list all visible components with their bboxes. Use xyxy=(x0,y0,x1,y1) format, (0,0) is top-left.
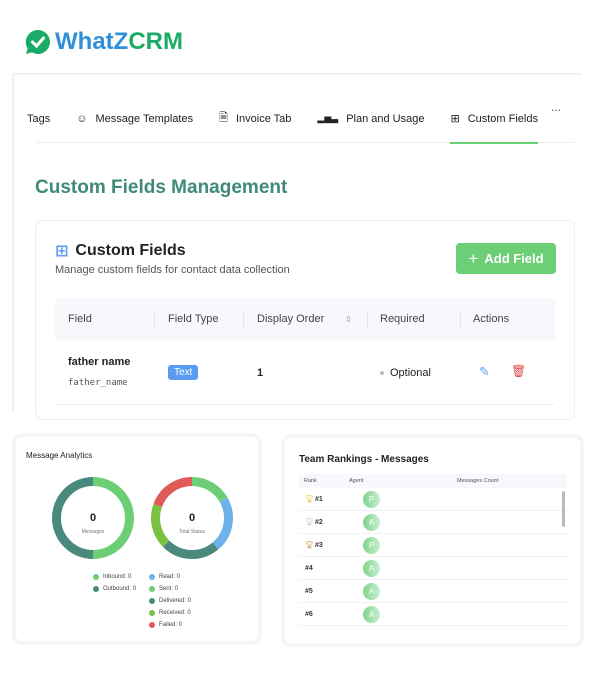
add-field-label: Add Field xyxy=(484,251,544,266)
legend-outbound: Outbound: 0 xyxy=(93,583,136,595)
required-status: Optional xyxy=(390,367,431,379)
tab-bar: Tags ☺ Message Templates 🗎 Invoice Tab ▂▅▃… xyxy=(27,95,575,144)
legend-messages: Inbound: 0 Outbound: 0 xyxy=(93,571,136,595)
avatar: A xyxy=(363,513,380,531)
rank: #2 xyxy=(315,518,323,526)
donut-segment-failed xyxy=(153,477,193,508)
legend-received: Received: 0 xyxy=(149,607,191,619)
field-key: father_name xyxy=(68,378,128,388)
rankings-title: Team Rankings - Messages xyxy=(299,454,429,465)
grid-icon: ⊞ xyxy=(55,243,69,260)
chat-icon: ☺ xyxy=(76,112,88,125)
avatar: A xyxy=(363,559,380,577)
grid-icon: ⊞ xyxy=(450,113,460,125)
col-rank: Rank xyxy=(304,478,317,484)
col-field: Field xyxy=(68,313,92,325)
donut-segment-received xyxy=(151,503,170,547)
tab-label: Tags xyxy=(27,112,51,125)
bar-chart-icon: ▂▅▃ xyxy=(317,113,339,123)
ranking-row: 🏆︎ #2 A xyxy=(299,511,569,534)
rank: #1 xyxy=(315,495,323,503)
plus-icon: + xyxy=(468,248,479,268)
status-label: Total Status xyxy=(178,529,206,535)
tab-label: Custom Fields xyxy=(467,112,538,125)
trophy-icon: 🏆︎ xyxy=(305,496,314,503)
legend-status: Read: 0 Sent: 0 Delivered: 0 Received: 0… xyxy=(149,571,191,631)
tab-label: Message Templates xyxy=(95,112,194,125)
ranking-row: 🏆︎ #3 P xyxy=(299,534,569,557)
sort-icon[interactable]: ⇕ xyxy=(345,298,352,340)
tab-invoice[interactable]: 🗎 Invoice Tab xyxy=(219,95,291,143)
messages-label: Messages xyxy=(81,529,105,535)
rank: #4 xyxy=(305,564,313,572)
brand-logo: WhatZCRM xyxy=(25,28,183,56)
trophy-icon: 🏆︎ xyxy=(305,542,314,549)
tab-label: Invoice Tab xyxy=(235,112,292,125)
card-title: ⊞ Custom Fields xyxy=(55,241,186,261)
col-display-order[interactable]: Display Order xyxy=(257,298,324,340)
rank: #5 xyxy=(305,587,313,595)
ranking-row: #4 A xyxy=(299,557,569,580)
avatar: A xyxy=(363,582,380,600)
col-required: Required xyxy=(380,313,425,325)
tab-tags[interactable]: Tags xyxy=(27,95,50,143)
card-title-text: Custom Fields xyxy=(75,242,186,259)
card-subtitle: Manage custom fields for contact data co… xyxy=(55,264,290,276)
scrollbar[interactable] xyxy=(562,491,565,527)
status-total: 0 xyxy=(188,512,196,524)
ranking-row: 🏆︎ #1 P xyxy=(299,488,569,511)
rankings-header: Rank Agent Messages Count xyxy=(299,474,567,488)
col-field-type: Field Type xyxy=(168,313,219,325)
ranking-row: #6 A xyxy=(299,603,569,626)
edit-icon[interactable]: ✎ xyxy=(479,364,490,380)
tab-label: Plan and Usage xyxy=(346,112,425,125)
page-title: Custom Fields Management xyxy=(35,177,288,198)
whatsapp-check-icon xyxy=(25,29,50,54)
avatar: P xyxy=(363,490,380,508)
legend-sent: Sent: 0 xyxy=(149,583,191,595)
donut-charts xyxy=(52,477,233,559)
tab-plan-usage[interactable]: ▂▅▃ Plan and Usage xyxy=(317,95,424,143)
rank: #3 xyxy=(315,541,323,549)
col-actions: Actions xyxy=(473,313,510,325)
legend-inbound: Inbound: 0 xyxy=(93,571,136,583)
tab-custom-fields[interactable]: ⊞ Custom Fields xyxy=(450,95,538,144)
field-type-badge: Text xyxy=(168,365,199,380)
tab-message-templates[interactable]: ☺ Message Templates xyxy=(76,95,193,143)
legend-failed: Failed: 0 xyxy=(149,619,191,631)
ranking-row: #5 A xyxy=(299,580,569,603)
donut-segment-delivered xyxy=(163,540,219,559)
more-tabs-button[interactable]: ... xyxy=(551,100,561,114)
brand-name-part1: WhatZ xyxy=(55,28,129,55)
message-analytics-card: Message Analytics 0 Messages 0 Total Sta… xyxy=(16,437,258,641)
field-name: father name xyxy=(68,356,131,368)
trophy-icon: 🏆︎ xyxy=(305,519,314,526)
legend-delivered: Delivered: 0 xyxy=(149,595,191,607)
add-field-button[interactable]: + Add Field xyxy=(456,243,556,274)
col-messages-count: Messages Count xyxy=(457,478,499,484)
document-icon: 🗎 xyxy=(219,112,228,124)
avatar: A xyxy=(363,605,380,623)
messages-total: 0 xyxy=(89,512,97,524)
brand-name-part2: CRM xyxy=(128,28,183,55)
col-agent: Agent xyxy=(349,478,364,484)
table-header: Field Field Type Display Order ⇕ Require… xyxy=(55,298,555,340)
avatar: P xyxy=(363,536,380,554)
status-dot xyxy=(380,371,384,375)
team-rankings-card: Team Rankings - Messages Rank Agent Mess… xyxy=(285,438,580,643)
rank: #6 xyxy=(305,610,313,618)
donut-segment-sent xyxy=(191,477,228,503)
legend-read: Read: 0 xyxy=(149,571,191,583)
table-row: father name father_name Text 1 Optional … xyxy=(55,340,555,405)
delete-icon[interactable]: 🗑 xyxy=(511,364,526,378)
rankings-list: 🏆︎ #1 P 🏆︎ #2 A 🏆︎ #3 P #4 A #5 A #6 A xyxy=(299,488,569,630)
display-order: 1 xyxy=(257,367,264,379)
